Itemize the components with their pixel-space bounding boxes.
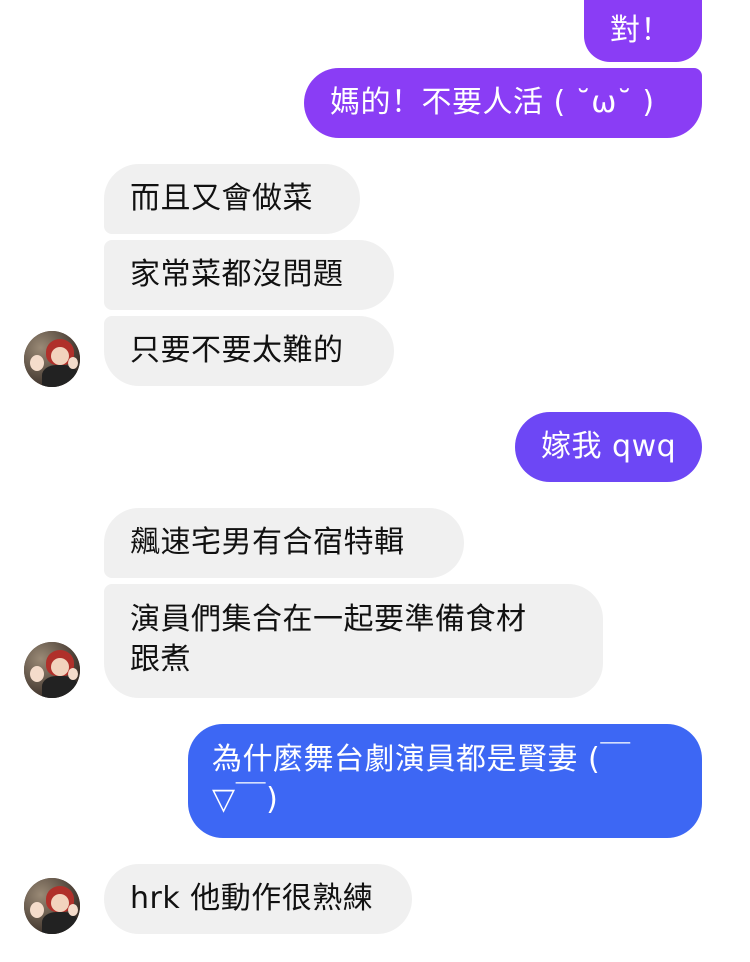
incoming-message[interactable]: 只要不要太難的 xyxy=(104,316,394,386)
outgoing-message[interactable]: 媽的！不要人活 ( ˘ω˘ ) xyxy=(304,68,702,138)
incoming-message[interactable]: 飆速宅男有合宿特輯 xyxy=(104,508,464,578)
message-text-line: 演員們集合在一起要準備食材 xyxy=(130,602,527,637)
message-text: 家常菜都沒問題 xyxy=(130,257,344,292)
message-text: 只要不要太難的 xyxy=(130,333,344,368)
contact-avatar[interactable] xyxy=(24,642,80,698)
message-text: 飆速宅男有合宿特輯 xyxy=(130,525,405,560)
contact-avatar[interactable] xyxy=(24,878,80,934)
message-text: hrk 他動作很熟練 xyxy=(130,881,374,916)
message-text: 嫁我 qwq xyxy=(541,429,677,464)
incoming-message[interactable]: 而且又會做菜 xyxy=(104,164,360,234)
incoming-message[interactable]: 家常菜都沒問題 xyxy=(104,240,394,310)
incoming-message[interactable]: hrk 他動作很熟練 xyxy=(104,864,412,934)
message-text-line: 為什麼舞台劇演員都是賢妻 (￣ xyxy=(212,742,631,777)
message-text: 媽的！不要人活 ( ˘ω˘ ) xyxy=(330,85,655,120)
outgoing-message[interactable]: 為什麼舞台劇演員都是賢妻 (￣ ▽￣) xyxy=(188,724,702,838)
outgoing-message[interactable]: 嫁我 qwq xyxy=(515,412,702,482)
message-text-line: ▽￣) xyxy=(212,782,279,817)
outgoing-message[interactable]: 對！ xyxy=(584,0,702,62)
message-text: 對！ xyxy=(610,13,671,48)
message-text: 而且又會做菜 xyxy=(130,181,313,216)
incoming-message[interactable]: 演員們集合在一起要準備食材 跟煮 xyxy=(104,584,603,698)
contact-avatar[interactable] xyxy=(24,331,80,387)
message-text-line: 跟煮 xyxy=(130,642,191,677)
